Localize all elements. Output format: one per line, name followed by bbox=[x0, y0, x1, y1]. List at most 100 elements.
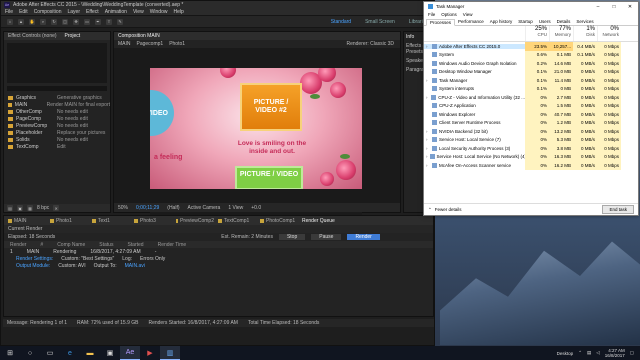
tab-startup[interactable]: Startup bbox=[515, 18, 536, 25]
close-icon[interactable]: ✕ bbox=[622, 4, 638, 10]
menu-composition[interactable]: Composition bbox=[34, 9, 62, 15]
menu-file[interactable]: File bbox=[5, 9, 13, 15]
expand-chevron-icon[interactable]: › bbox=[426, 44, 430, 49]
table-row[interactable]: Windows Explorer 0% 40.7 MB 0 MB/s 0 Mbps bbox=[424, 110, 638, 119]
text-tool-icon[interactable]: T bbox=[106, 18, 112, 25]
project-search-input[interactable] bbox=[7, 86, 107, 91]
media-icon[interactable]: ▶ bbox=[140, 346, 160, 360]
table-row[interactable]: 1 MAIN Rendering 16/8/2017, 4:27:09 AM - bbox=[4, 248, 433, 255]
view-select[interactable]: 1 View bbox=[228, 205, 243, 211]
menu-window[interactable]: Window bbox=[150, 9, 168, 15]
list-item[interactable]: Graphics Generative graphics bbox=[4, 94, 110, 101]
fewer-details-icon[interactable]: ⌃ bbox=[428, 207, 432, 213]
tab-app-history[interactable]: App history bbox=[487, 18, 516, 25]
selection-tool-icon[interactable]: ▲ bbox=[18, 18, 24, 25]
disk-column-header[interactable]: 1% Disk bbox=[573, 26, 597, 41]
workspace-standard[interactable]: Standard bbox=[331, 19, 351, 25]
hand-tool-icon[interactable]: ✋ bbox=[29, 18, 35, 25]
breadcrumb-item[interactable]: Pagecomp1 bbox=[137, 41, 164, 47]
camera-select[interactable]: Active Camera bbox=[188, 205, 221, 211]
interpret-footage-icon[interactable]: ▤ bbox=[7, 205, 13, 211]
list-item[interactable]: OtherComp No needs edit bbox=[4, 108, 110, 115]
column-header[interactable]: Comp Name bbox=[57, 242, 85, 248]
cpu-column-header[interactable]: 25% CPU bbox=[525, 26, 549, 41]
tab-photo1[interactable]: Photo1 bbox=[50, 218, 88, 224]
menu-animation[interactable]: Animation bbox=[105, 9, 127, 15]
table-row[interactable]: Client Server Runtime Process 0% 1.2 MB 0 M… bbox=[424, 118, 638, 127]
clock[interactable]: 4:27 AM 16/8/2017 bbox=[605, 348, 625, 358]
table-row[interactable]: › Task Manager 0.1% 11.4 MB 0 MB/s 0 Mbps bbox=[424, 76, 638, 85]
search-icon[interactable]: ○ bbox=[20, 346, 40, 360]
tab-photocomp1[interactable]: PhotoComp1 bbox=[260, 218, 298, 224]
start-icon[interactable]: ⊞ bbox=[0, 346, 20, 360]
tab-performance[interactable]: Performance bbox=[455, 18, 487, 25]
zoom-tool-icon[interactable]: ⌕ bbox=[40, 18, 46, 25]
zoom-select[interactable]: 50% bbox=[118, 205, 128, 211]
table-row[interactable]: › Adobe After Effects CC 2015.0 23.5% 10,25… bbox=[424, 42, 638, 51]
expand-chevron-icon[interactable]: › bbox=[426, 95, 429, 100]
column-header[interactable]: Started bbox=[127, 242, 143, 248]
rect-tool-icon[interactable]: ▭ bbox=[84, 18, 90, 25]
column-header[interactable]: # bbox=[40, 242, 43, 248]
volume-icon[interactable]: ◁ bbox=[596, 350, 599, 356]
table-row[interactable]: › Service Host: Local Service (No Network… bbox=[424, 152, 638, 161]
expand-chevron-icon[interactable]: › bbox=[426, 146, 430, 151]
tab-render-queue[interactable]: Render Queue bbox=[302, 218, 340, 224]
network-column-header[interactable]: 0% Network bbox=[597, 26, 621, 41]
table-row[interactable]: CPU-Z Application 0% 1.5 MB 0 MB/s 0 Mbps bbox=[424, 101, 638, 110]
end-task-button[interactable]: End task bbox=[602, 205, 634, 214]
render-settings-label[interactable]: Render Settings: bbox=[16, 256, 53, 262]
pan-tool-icon[interactable]: ✥ bbox=[73, 18, 79, 25]
maximize-icon[interactable]: □ bbox=[606, 4, 622, 10]
tab-text1[interactable]: Text1 bbox=[92, 218, 130, 224]
column-header[interactable]: Status bbox=[99, 242, 113, 248]
list-item[interactable]: PreviewComp No needs edit bbox=[4, 122, 110, 129]
tab-main[interactable]: MAIN bbox=[8, 218, 46, 224]
menu-layer[interactable]: Layer bbox=[67, 9, 80, 15]
resolution-select[interactable]: (Half) bbox=[167, 205, 179, 211]
expand-chevron-icon[interactable]: › bbox=[426, 163, 430, 168]
task-manager-taskbar-icon[interactable]: ▥ bbox=[160, 346, 180, 360]
output-to-value[interactable]: MAIN.avi bbox=[125, 263, 145, 269]
tab-processes[interactable]: Processes bbox=[426, 19, 456, 26]
output-module-label[interactable]: Output Module: bbox=[16, 263, 50, 269]
output-module-value[interactable]: Custom: AVI bbox=[58, 263, 85, 269]
network-icon[interactable]: ▤ bbox=[587, 350, 591, 356]
expand-chevron-icon[interactable]: › bbox=[426, 154, 428, 159]
expand-chevron-icon[interactable]: › bbox=[426, 129, 430, 134]
pen-tool-icon[interactable]: ✒ bbox=[95, 18, 101, 25]
list-item[interactable]: Placeholder Replace your pictures bbox=[4, 129, 110, 136]
tab-effect-controls[interactable]: Effect Controls (none) bbox=[8, 33, 57, 39]
breadcrumb-item[interactable]: MAIN bbox=[118, 41, 131, 47]
tab-photo3[interactable]: Photo3 bbox=[134, 218, 172, 224]
menu-edit[interactable]: Edit bbox=[19, 9, 28, 15]
file-explorer-icon[interactable]: ▬ bbox=[80, 346, 100, 360]
tab-details[interactable]: Details bbox=[554, 18, 574, 25]
menu-view[interactable]: View bbox=[463, 12, 473, 17]
stop-button[interactable]: Stop bbox=[278, 234, 306, 240]
table-row[interactable]: Windows Audio Device Graph Isolation 0.2%… bbox=[424, 59, 638, 68]
column-header[interactable]: Render Time bbox=[158, 242, 187, 248]
table-row[interactable]: › NVIDIA Backend (32 bit) 0% 13.2 MB 0 MB/s 0… bbox=[424, 127, 638, 136]
store-icon[interactable]: ▣ bbox=[100, 346, 120, 360]
tab-composition-main[interactable]: Composition MAIN bbox=[118, 33, 160, 39]
table-row[interactable]: Desktop Window Manager 0.1% 21.0 MB 0 MB/s 0… bbox=[424, 67, 638, 76]
home-icon[interactable]: ⌂ bbox=[7, 18, 13, 25]
expand-chevron-icon[interactable]: › bbox=[426, 137, 430, 142]
menu-view[interactable]: View bbox=[133, 9, 144, 15]
render-button[interactable]: Render bbox=[347, 234, 380, 240]
table-row[interactable]: System 0.6% 0.1 MB 0.1 MB/s 0 Mbps bbox=[424, 50, 638, 59]
minimize-icon[interactable]: – bbox=[590, 4, 606, 10]
after-effects-taskbar-icon[interactable]: Ae bbox=[120, 346, 140, 360]
menu-effect[interactable]: Effect bbox=[86, 9, 99, 15]
camera-tool-icon[interactable]: ◫ bbox=[62, 18, 68, 25]
name-column-header[interactable] bbox=[424, 26, 525, 41]
exposure-value[interactable]: +0.0 bbox=[251, 205, 261, 211]
table-row[interactable]: › Service Host: Local Service (7) 0% 5.3 MB… bbox=[424, 135, 638, 144]
workspace-small-screen[interactable]: Small Screen bbox=[365, 19, 395, 25]
tab-services[interactable]: Services bbox=[573, 18, 596, 25]
tab-users[interactable]: Users bbox=[536, 18, 554, 25]
tab-previewcomp2[interactable]: PreviewComp2 bbox=[176, 218, 214, 224]
list-item[interactable]: MAIN Render MAIN for final export bbox=[4, 101, 110, 108]
table-row[interactable]: System interrupts 0.1% 0 MB 0 MB/s 0 Mbps bbox=[424, 84, 638, 93]
